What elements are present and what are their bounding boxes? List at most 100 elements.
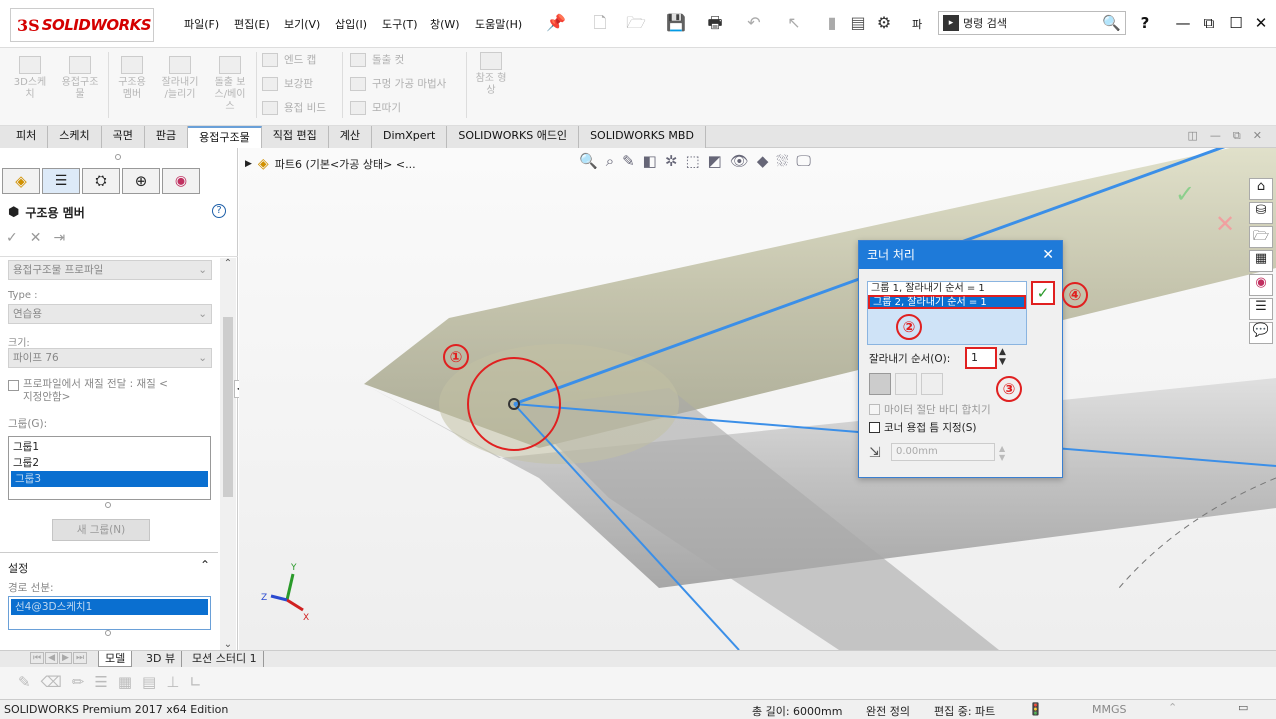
path-segment-item[interactable]: 선4@3D스케치1 xyxy=(11,599,208,615)
list-item-selected[interactable]: 그룹 2, 잘라내기 순서 = 1 xyxy=(868,295,1026,309)
graphics-area[interactable]: Y X Z ▶ ◈ 파트6 (기본<가공 상태> <... 🔍 ⌕ ✎ ◧ ✲ ⬚ ◩ 👁 ◆ ⛆… xyxy=(239,148,1276,650)
configuration-manager-icon[interactable]: ⛭ xyxy=(82,168,120,194)
trim-extend-button[interactable]: 잘라내기 /늘리기 xyxy=(156,56,204,101)
spinner-icon[interactable]: ▲ ▼ xyxy=(999,347,1006,367)
last-tab-icon[interactable]: ⏭ xyxy=(72,652,88,664)
sketch3d-button[interactable]: 3D스케 치 xyxy=(8,56,52,101)
view-orientation-icon[interactable]: ⬚ xyxy=(685,152,699,170)
close-window-button[interactable]: ✕ xyxy=(1250,12,1272,34)
pencil-icon[interactable]: ✏ xyxy=(72,673,85,691)
expand-arrow-icon[interactable]: ▶ xyxy=(245,159,252,169)
minimize-button[interactable]: — xyxy=(1172,12,1194,34)
menu-insert[interactable]: 삽입(I) xyxy=(335,16,367,32)
tab-motion-study[interactable]: 모션 스터디 1 xyxy=(186,651,264,667)
weldment-button[interactable]: 용접구조 물 xyxy=(56,56,104,101)
chamfer-button[interactable]: 모따기 xyxy=(350,100,401,115)
weld-gap-option[interactable]: 코너 용접 틈 지정(S) xyxy=(869,420,977,435)
end-trim-icon[interactable] xyxy=(869,373,891,395)
print-icon[interactable]: 🖶 xyxy=(703,12,727,34)
search-icon[interactable]: 🔍 xyxy=(1102,14,1121,32)
tab-addins[interactable]: SOLIDWORKS 애드인 xyxy=(447,126,580,148)
gear-icon[interactable]: ⚙ xyxy=(872,12,896,34)
view-settings-icon[interactable]: 🖵 xyxy=(796,152,810,170)
menu-file[interactable]: 파일(F) xyxy=(184,16,219,32)
search-input[interactable]: 명령 검색 xyxy=(963,15,1102,31)
panel-scrollbar[interactable]: ⌃ ⌄ xyxy=(220,258,236,650)
help-icon[interactable]: ? xyxy=(212,204,226,218)
menu-window[interactable]: 창(W) xyxy=(430,16,460,32)
rebuild-light-icon[interactable]: 🚦 xyxy=(1028,702,1043,716)
panel-splitter-handle[interactable] xyxy=(115,154,121,160)
scroll-down-icon[interactable]: ⌄ xyxy=(220,639,236,650)
extruded-boss-button[interactable]: 돌출 보 스/베이 스 xyxy=(208,56,252,113)
dimxpert-manager-icon[interactable]: ⊕ xyxy=(122,168,160,194)
gap-spinner-icon[interactable]: ▲ ▼ xyxy=(999,444,1005,462)
edit-appearance-icon[interactable]: ◆ xyxy=(757,152,769,170)
open-folder-icon[interactable]: 🗁 xyxy=(624,12,648,34)
menu-edit[interactable]: 편집(E) xyxy=(234,16,270,32)
first-tab-icon[interactable]: ⏮ xyxy=(30,652,45,664)
panel-minimize-icon[interactable]: — xyxy=(1210,126,1221,147)
undo-icon[interactable]: ↶ xyxy=(742,12,766,34)
zoom-area-icon[interactable]: ⌕ xyxy=(606,152,614,170)
previous-view-icon[interactable]: ✎ xyxy=(622,152,635,170)
trim-order-input[interactable]: 1 xyxy=(965,347,997,369)
list-item[interactable]: 그룹1 xyxy=(9,439,210,455)
tab-weldments[interactable]: 용접구조물 xyxy=(188,126,262,148)
overflow-label[interactable]: 파 xyxy=(912,16,922,32)
scrollbar-thumb[interactable] xyxy=(223,317,233,497)
units-indicator[interactable]: MMGS xyxy=(1092,703,1127,716)
tab-evaluate[interactable]: 계산 xyxy=(328,126,372,148)
new-document-icon[interactable]: 🗋 xyxy=(588,12,612,34)
table-icon[interactable]: ▤ xyxy=(142,673,156,691)
tab-dimxpert[interactable]: DimXpert xyxy=(371,126,448,148)
tab-surfaces[interactable]: 곡면 xyxy=(101,126,145,148)
tab-mbd[interactable]: SOLIDWORKS MBD xyxy=(579,126,706,148)
menu-view[interactable]: 보기(V) xyxy=(284,16,320,32)
lines-icon[interactable]: ☰ xyxy=(94,673,107,691)
tab-sketch[interactable]: 스케치 xyxy=(48,126,102,148)
confirm-check-icon[interactable]: ✓ xyxy=(1175,180,1195,208)
dialog-close-icon[interactable]: ✕ xyxy=(1042,241,1054,269)
apply-scene-icon[interactable]: ⛆ xyxy=(776,152,788,170)
panel-restore-icon[interactable]: ⧉ xyxy=(1233,126,1241,147)
zoom-to-fit-icon[interactable]: 🔍 xyxy=(579,152,598,170)
relation-icon[interactable]: ⊥ xyxy=(166,673,179,691)
collapse-chevron-icon[interactable]: ⌃ xyxy=(200,558,210,572)
group-order-list[interactable]: 그룹 1, 잘라내기 순서 = 1 그룹 2, 잘라내기 순서 = 1 xyxy=(867,281,1027,345)
tab-3d-view[interactable]: 3D 뷰 xyxy=(140,651,183,667)
cancel-x-icon[interactable]: ✕ xyxy=(30,230,42,246)
smart-dimension-icon[interactable]: ✎ xyxy=(18,673,31,691)
prev-tab-icon[interactable]: ◀ xyxy=(45,652,59,664)
file-explorer-icon[interactable]: 🗁 xyxy=(1249,226,1273,248)
snap-icon[interactable]: ∟ xyxy=(189,673,202,691)
eraser-icon[interactable]: ⌫ xyxy=(41,673,62,691)
tab-model[interactable]: 모델 xyxy=(98,651,133,667)
file-properties-icon[interactable]: ▤ xyxy=(846,12,870,34)
hide-show-icon[interactable]: 👁 xyxy=(730,152,749,170)
forum-icon[interactable]: 💬 xyxy=(1249,322,1273,344)
weld-bead-button[interactable]: 용접 비드 xyxy=(262,100,326,115)
menu-help[interactable]: 도움말(H) xyxy=(475,16,522,32)
tab-direct-editing[interactable]: 직접 편집 xyxy=(261,126,329,148)
reference-geometry-button[interactable]: 참조 형 상 xyxy=(470,52,512,97)
part-label[interactable]: 파트6 (기본<가공 상태> <... xyxy=(275,156,416,172)
units-menu-icon[interactable]: ⌃ xyxy=(1168,701,1177,714)
select-arrow-icon[interactable]: ↖ xyxy=(782,12,806,34)
property-manager-icon[interactable]: ☰ xyxy=(42,168,80,194)
cancel-x-icon[interactable]: ✕ xyxy=(1215,210,1235,238)
rebuild-icon[interactable]: ▮ xyxy=(820,12,844,34)
maximize-button[interactable]: ☐ xyxy=(1225,12,1247,34)
apply-check-button[interactable]: ✓ xyxy=(1031,281,1055,305)
display-manager-icon[interactable]: ◉ xyxy=(162,168,200,194)
type-select[interactable]: 연습용 ⌄ xyxy=(8,304,212,324)
miter-checkbox[interactable] xyxy=(869,404,880,415)
ok-check-icon[interactable]: ✓ xyxy=(6,230,18,246)
end-cap-button[interactable]: 엔드 캡 xyxy=(262,52,316,67)
pushpin-icon[interactable]: ⇥ xyxy=(53,230,65,246)
custom-properties-icon[interactable]: ☰ xyxy=(1249,298,1273,320)
next-tab-icon[interactable]: ▶ xyxy=(59,652,72,664)
view-palette-icon[interactable]: ▦ xyxy=(1249,250,1273,272)
profile-standard-select[interactable]: 용접구조물 프로파일 ⌄ xyxy=(8,260,212,280)
size-select[interactable]: 파이프 76 ⌄ xyxy=(8,348,212,368)
